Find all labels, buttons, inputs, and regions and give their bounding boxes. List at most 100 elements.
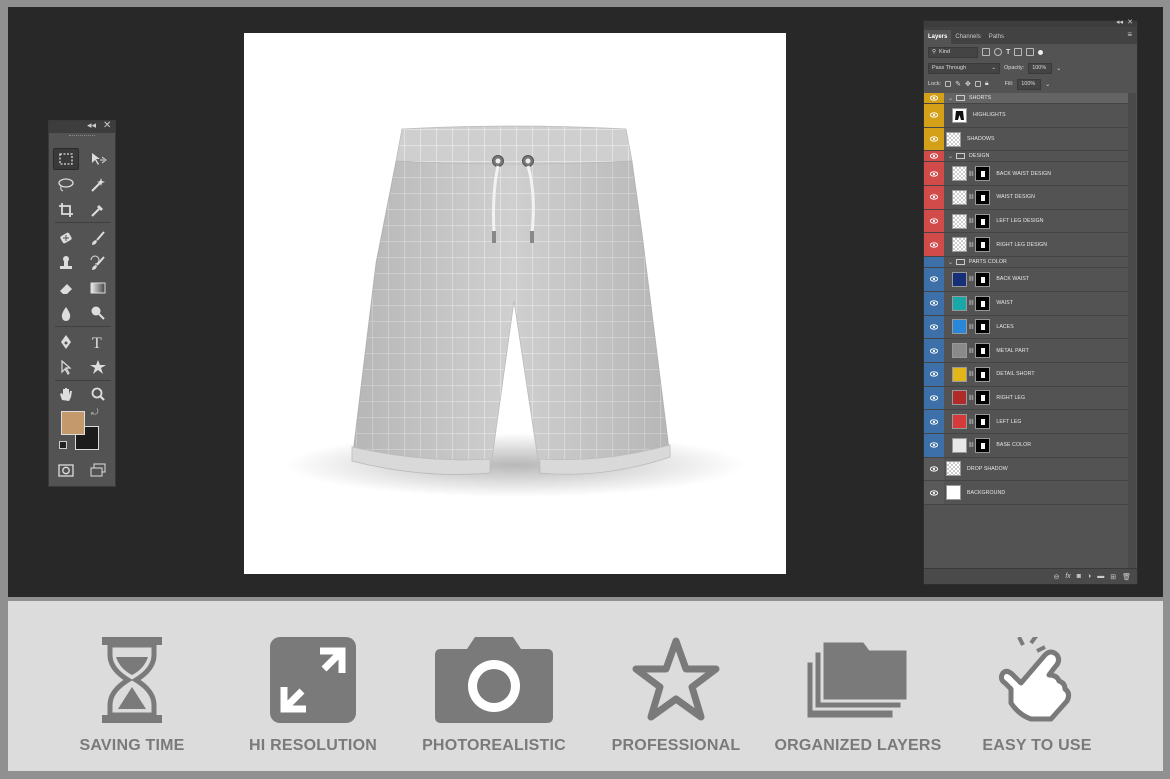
layer-row[interactable]: ⛓ RIGHT LEG DESIGN: [924, 233, 1128, 258]
chevron-down-icon[interactable]: ⌄: [948, 153, 953, 160]
lock-image-icon[interactable]: ✎: [955, 80, 961, 88]
eye-icon[interactable]: [924, 209, 944, 233]
foreground-color-swatch[interactable]: [61, 411, 85, 435]
chevron-down-icon[interactable]: ⌄: [948, 95, 953, 102]
link-icon[interactable]: ⛓: [968, 371, 974, 377]
tab-channels[interactable]: Channels: [951, 30, 984, 44]
eye-icon[interactable]: [924, 151, 944, 162]
eye-icon[interactable]: [924, 257, 944, 268]
eye-icon[interactable]: [924, 386, 944, 410]
tab-paths[interactable]: Paths: [985, 30, 1008, 44]
link-icon[interactable]: ⛓: [968, 324, 974, 330]
close-icon[interactable]: ✕: [1127, 18, 1133, 26]
layer-mask-thumbnail[interactable]: [975, 271, 991, 287]
layer-mask-thumbnail[interactable]: [975, 343, 991, 359]
document-canvas[interactable]: [244, 33, 786, 574]
layer-group-row[interactable]: ⌄ SHORTS: [924, 93, 1128, 104]
eye-icon[interactable]: [924, 433, 944, 457]
layers-scrollbar[interactable]: [1128, 93, 1136, 569]
filter-type-icon[interactable]: T: [1006, 49, 1010, 56]
layer-mask-thumbnail[interactable]: [975, 390, 991, 406]
quick-mask-icon[interactable]: [53, 459, 79, 481]
link-icon[interactable]: ⛓: [968, 242, 974, 248]
folder-icon[interactable]: ▬: [1097, 573, 1104, 580]
eye-icon[interactable]: [924, 457, 944, 481]
pen-icon[interactable]: [53, 331, 79, 353]
lock-position-icon[interactable]: ✥: [965, 80, 971, 88]
swap-colors-icon[interactable]: ⤾: [91, 407, 99, 418]
gradient-icon[interactable]: [85, 277, 111, 299]
filter-toggle-icon[interactable]: [1038, 49, 1044, 55]
filter-kind-select[interactable]: ⚲ Kind: [928, 46, 978, 58]
fx-icon[interactable]: fx: [1065, 573, 1070, 580]
new-layer-icon[interactable]: ⊞: [1110, 573, 1116, 581]
eye-icon[interactable]: [924, 339, 944, 362]
eye-icon[interactable]: [924, 104, 944, 127]
lasso-icon[interactable]: [53, 174, 79, 196]
layer-mask-thumbnail[interactable]: [975, 237, 991, 253]
lock-all-icon[interactable]: 🔒︎: [985, 80, 989, 88]
layer-row[interactable]: HIGHLIGHTS: [924, 104, 1128, 128]
layer-mask-thumbnail[interactable]: [975, 189, 991, 205]
link-icon[interactable]: ⛓: [968, 419, 974, 425]
filter-smart-object-icon[interactable]: [1026, 48, 1035, 56]
layer-mask-thumbnail[interactable]: [975, 414, 991, 430]
trash-icon[interactable]: 🗑︎: [1122, 573, 1131, 581]
layer-mask-thumbnail[interactable]: [975, 437, 991, 453]
brush-icon[interactable]: [85, 227, 111, 249]
link-icon[interactable]: ⛓: [968, 300, 974, 306]
link-icon[interactable]: ⛓: [968, 395, 974, 401]
link-icon[interactable]: ⛓: [968, 171, 974, 177]
layer-row[interactable]: ⛓ LEFT LEG: [924, 410, 1128, 434]
layer-row[interactable]: ⛓ METAL PART: [924, 339, 1128, 363]
link-icon[interactable]: ⛓: [968, 276, 974, 282]
layer-group-row[interactable]: ⌄ PARTS COLOR: [924, 257, 1128, 269]
filter-pixel-icon[interactable]: [982, 48, 990, 56]
double-chevron-left-icon[interactable]: ◂◂: [1116, 18, 1123, 26]
eraser-icon[interactable]: [53, 277, 79, 299]
layer-mask-thumbnail[interactable]: [975, 295, 991, 311]
eye-icon[interactable]: [924, 127, 944, 151]
lock-artboard-icon[interactable]: [974, 81, 981, 87]
eye-icon[interactable]: [924, 233, 944, 257]
layer-row[interactable]: DROP SHADOW: [924, 457, 1128, 482]
layer-group-row[interactable]: ⌄ DESIGN: [924, 151, 1128, 163]
path-selection-icon[interactable]: [53, 356, 79, 378]
eye-icon[interactable]: [924, 315, 944, 339]
link-icon[interactable]: ⛓: [968, 348, 974, 354]
eye-icon[interactable]: [924, 481, 944, 504]
drag-grip[interactable]: [69, 135, 95, 141]
healing-brush-icon[interactable]: [53, 227, 79, 249]
eyedropper-icon[interactable]: [85, 199, 111, 221]
eye-icon[interactable]: [924, 291, 944, 315]
filter-shape-icon[interactable]: [1014, 48, 1023, 56]
lock-transparent-icon[interactable]: [945, 81, 952, 87]
chevron-down-icon[interactable]: ⌄: [1056, 65, 1061, 72]
layer-row[interactable]: ⛓ BACK WAIST: [924, 268, 1128, 292]
rectangular-marquee-icon[interactable]: [53, 148, 79, 170]
hand-icon[interactable]: [53, 383, 79, 405]
layer-mask-thumbnail[interactable]: [975, 213, 991, 229]
opacity-input[interactable]: 100%: [1028, 62, 1053, 74]
chevron-down-icon[interactable]: ⌄: [948, 259, 953, 266]
layer-mask-thumbnail[interactable]: [975, 319, 991, 335]
default-colors-icon[interactable]: [59, 441, 67, 449]
layer-row[interactable]: ⛓ LACES: [924, 315, 1128, 340]
link-icon[interactable]: ⛓: [968, 194, 974, 200]
mask-icon[interactable]: ◙: [1077, 573, 1081, 580]
crop-icon[interactable]: [53, 199, 79, 221]
history-brush-icon[interactable]: [85, 252, 111, 274]
eye-icon[interactable]: [924, 410, 944, 433]
fill-input[interactable]: 100%: [1017, 78, 1042, 90]
magic-wand-icon[interactable]: [85, 174, 111, 196]
layer-mask-thumbnail[interactable]: [975, 166, 991, 182]
double-chevron-left-icon[interactable]: ◂◂: [87, 120, 96, 131]
layer-row[interactable]: SHADOWS: [924, 127, 1128, 152]
layer-row[interactable]: ⛓ WAIST: [924, 291, 1128, 316]
type-icon[interactable]: T: [85, 331, 111, 353]
panel-menu-icon[interactable]: ≡: [1127, 31, 1132, 39]
eye-icon[interactable]: [924, 186, 944, 209]
eye-icon[interactable]: [924, 362, 944, 386]
blend-mode-select[interactable]: Pass Through ⌄: [928, 62, 1000, 74]
eye-icon[interactable]: [924, 268, 944, 291]
